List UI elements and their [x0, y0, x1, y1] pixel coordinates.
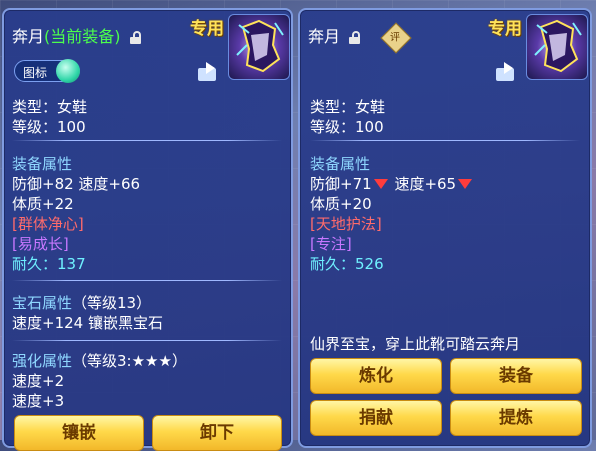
share-icon[interactable]: [496, 62, 520, 82]
enhance-level: （等级3:★★★）: [72, 352, 187, 370]
donate-button[interactable]: 捐献: [310, 400, 442, 436]
item-type: 类型：女鞋: [12, 98, 88, 116]
attr-line-1: 防御+82 速度+66: [12, 175, 141, 193]
decrease-arrow-icon: [458, 178, 473, 189]
extract-button[interactable]: 提炼: [450, 400, 582, 436]
attr-line-1: 防御+71 速度+65: [310, 173, 474, 194]
item-title: 奔月(当前装备): [12, 23, 141, 47]
divider: [310, 140, 580, 141]
item-description: 仙界至宝，穿上此靴可踏云奔月: [310, 335, 521, 353]
durability-value: 137: [57, 255, 86, 273]
share-icon[interactable]: [198, 62, 222, 82]
decrease-arrow-icon: [373, 178, 388, 189]
item-name: 奔月: [12, 27, 45, 46]
compare-equipment-panel: 奔月 评 专用 类型：女鞋 等级：100 装备属性 防御+71 速度+65 体质…: [298, 8, 592, 448]
durability-value: 526: [355, 255, 384, 273]
icon-toggle[interactable]: 图标: [14, 59, 80, 83]
exclusive-label: 专用: [488, 19, 522, 39]
appraise-char: 评: [389, 32, 400, 44]
special-skill-2: [易成长]: [12, 235, 69, 253]
icon-toggle-label: 图标: [23, 66, 48, 80]
divider: [12, 340, 282, 341]
appraise-icon[interactable]: 评: [380, 22, 412, 54]
special-skill-1: [天地护法]: [310, 215, 382, 233]
equip-button[interactable]: 装备: [450, 358, 582, 394]
durability-label: 耐久：: [12, 255, 58, 273]
defense-stat: 防御+71: [310, 175, 372, 193]
gem-heading-label: 宝石属性: [12, 294, 73, 312]
durability-label: 耐久：: [310, 255, 356, 273]
toggle-knob[interactable]: [56, 59, 80, 83]
attr-line-2: 体质+20: [310, 195, 372, 213]
divider: [12, 280, 282, 281]
unequip-button[interactable]: 卸下: [152, 415, 282, 451]
item-title: 奔月: [308, 23, 361, 47]
gem-level: （等级13）: [72, 294, 152, 312]
unlock-icon[interactable]: [349, 31, 361, 44]
enhance-heading-label: 强化属性: [12, 352, 73, 370]
enhance-line-2: 速度+3: [12, 392, 65, 410]
inlay-button[interactable]: 镶嵌: [14, 415, 144, 451]
attr-heading: 装备属性: [310, 155, 371, 173]
special-skill-1: [群体净心]: [12, 215, 84, 233]
durability: 耐久：526: [310, 253, 384, 274]
refine-button[interactable]: 炼化: [310, 358, 442, 394]
item-name: 奔月: [308, 27, 341, 46]
special-skill-2: [专注]: [310, 235, 352, 253]
current-equipment-panel: 奔月(当前装备) 专用 图标 类型：女鞋 等级：100 装备属性 防御+82 速…: [2, 8, 293, 451]
gem-heading: 宝石属性（等级13）: [12, 292, 151, 313]
speed-stat: 速度+65: [394, 175, 457, 193]
durability: 耐久：137: [12, 253, 86, 274]
gem-line: 速度+124 镶嵌黑宝石: [12, 314, 163, 332]
unlock-icon[interactable]: [129, 31, 141, 44]
item-type: 类型：女鞋: [310, 98, 386, 116]
attr-line-2: 体质+22: [12, 195, 74, 213]
item-level: 等级：100: [310, 118, 384, 136]
item-level: 等级：100: [12, 118, 86, 136]
shoe-item-icon: [526, 14, 588, 80]
enhance-line-1: 速度+2: [12, 372, 65, 390]
divider: [12, 140, 282, 141]
exclusive-label: 专用: [190, 19, 224, 39]
shoe-item-icon: [228, 14, 290, 80]
enhance-heading: 强化属性（等级3:★★★）: [12, 350, 187, 371]
current-equip-tag: (当前装备): [44, 27, 121, 46]
attr-heading: 装备属性: [12, 155, 73, 173]
